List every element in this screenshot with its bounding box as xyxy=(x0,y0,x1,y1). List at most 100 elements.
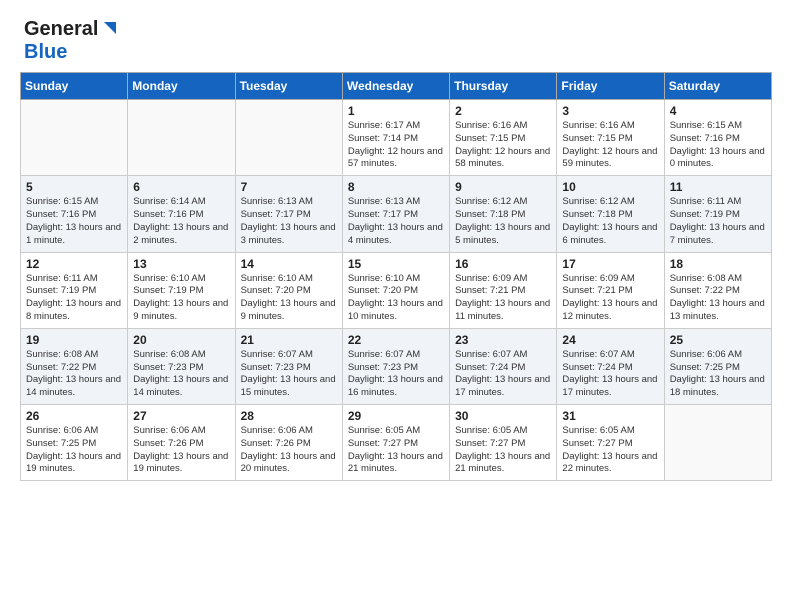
calendar-cell: 25Sunrise: 6:06 AMSunset: 7:25 PMDayligh… xyxy=(664,328,771,404)
calendar-cell: 5Sunrise: 6:15 AMSunset: 7:16 PMDaylight… xyxy=(21,176,128,252)
calendar-cell: 10Sunrise: 6:12 AMSunset: 7:18 PMDayligh… xyxy=(557,176,664,252)
sunset-info: Sunset: 7:27 PM xyxy=(455,438,551,451)
sunset-info: Sunset: 7:19 PM xyxy=(670,209,766,222)
sunrise-info: Sunrise: 6:11 AM xyxy=(26,273,122,286)
sunrise-info: Sunrise: 6:15 AM xyxy=(670,120,766,133)
day-number: 17 xyxy=(562,257,658,271)
calendar-cell: 29Sunrise: 6:05 AMSunset: 7:27 PMDayligh… xyxy=(342,405,449,481)
daylight-info: Daylight: 13 hours and 14 minutes. xyxy=(133,374,229,400)
daylight-info: Daylight: 13 hours and 10 minutes. xyxy=(348,298,444,324)
daylight-info: Daylight: 13 hours and 5 minutes. xyxy=(455,222,551,248)
sunrise-info: Sunrise: 6:07 AM xyxy=(241,349,337,362)
sunset-info: Sunset: 7:14 PM xyxy=(348,133,444,146)
sunset-info: Sunset: 7:15 PM xyxy=(455,133,551,146)
daylight-info: Daylight: 13 hours and 17 minutes. xyxy=(455,374,551,400)
calendar-cell: 26 Sunrise: 6:06 AMSunset: 7:25 PMDayligh… xyxy=(21,405,128,481)
sunset-info: Sunset: 7:23 PM xyxy=(133,362,229,375)
calendar-cell xyxy=(128,100,235,176)
calendar-body: 1Sunrise: 6:17 AMSunset: 7:14 PMDaylight… xyxy=(21,100,772,481)
calendar-cell: 28Sunrise: 6:06 AMSunset: 7:26 PMDayligh… xyxy=(235,405,342,481)
daylight-info: Daylight: 13 hours and 13 minutes. xyxy=(670,298,766,324)
calendar-cell: 22Sunrise: 6:07 AMSunset: 7:23 PMDayligh… xyxy=(342,328,449,404)
sunset-info: Sunset: 7:24 PM xyxy=(562,362,658,375)
sunset-info: Sunset: 7:21 PM xyxy=(562,285,658,298)
sunset-info: Sunset: 7:19 PM xyxy=(133,285,229,298)
week-row-1: 1Sunrise: 6:17 AMSunset: 7:14 PMDaylight… xyxy=(21,100,772,176)
day-number: 8 xyxy=(348,180,444,194)
daylight-info: Daylight: 13 hours and 8 minutes. xyxy=(26,298,122,324)
calendar-cell: 15Sunrise: 6:10 AMSunset: 7:20 PMDayligh… xyxy=(342,252,449,328)
day-number: 3 xyxy=(562,104,658,118)
header-tuesday: Tuesday xyxy=(235,73,342,100)
sunset-info: Sunset: 7:17 PM xyxy=(241,209,337,222)
day-number: 31 xyxy=(562,409,658,423)
day-number: 29 xyxy=(348,409,444,423)
calendar-cell: 19Sunrise: 6:08 AMSunset: 7:22 PMDayligh… xyxy=(21,328,128,404)
header-monday: Monday xyxy=(128,73,235,100)
daylight-info: Daylight: 12 hours and 57 minutes. xyxy=(348,146,444,172)
sunrise-info: Sunrise: 6:10 AM xyxy=(348,273,444,286)
day-number: 11 xyxy=(670,180,766,194)
daylight-info: Daylight: 13 hours and 14 minutes. xyxy=(26,374,122,400)
daylight-info: Daylight: 13 hours and 20 minutes. xyxy=(241,451,337,477)
sunrise-info: Sunrise: 6:06 AM xyxy=(670,349,766,362)
daylight-info: Daylight: 13 hours and 15 minutes. xyxy=(241,374,337,400)
sunrise-info: Sunrise: 6:16 AM xyxy=(455,120,551,133)
calendar-cell xyxy=(664,405,771,481)
sunrise-info: Sunrise: 6:13 AM xyxy=(241,196,337,209)
day-number: 26 xyxy=(26,409,122,423)
daylight-info: Daylight: 13 hours and 22 minutes. xyxy=(562,451,658,477)
daylight-info: Daylight: 13 hours and 18 minutes. xyxy=(670,374,766,400)
calendar-cell: 11Sunrise: 6:11 AMSunset: 7:19 PMDayligh… xyxy=(664,176,771,252)
daylight-info: Daylight: 12 hours and 58 minutes. xyxy=(455,146,551,172)
calendar-cell: 13Sunrise: 6:10 AMSunset: 7:19 PMDayligh… xyxy=(128,252,235,328)
week-row-5: 26Sunrise: 6:06 AMSunset: 7:25 PMDayligh… xyxy=(21,405,772,481)
sunset-info: Sunset: 7:22 PM xyxy=(26,362,122,375)
day-number: 9 xyxy=(455,180,551,194)
sunrise-info: Sunrise: 6:16 AM xyxy=(562,120,658,133)
daylight-info: Daylight: 13 hours and 21 minutes. xyxy=(455,451,551,477)
calendar-cell: 17Sunrise: 6:09 AMSunset: 7:21 PMDayligh… xyxy=(557,252,664,328)
sunset-info: Sunset: 7:24 PM xyxy=(455,362,551,375)
sunrise-info: Sunrise: 6:15 AM xyxy=(26,196,122,209)
sunrise-info: Sunrise: 6:17 AM xyxy=(348,120,444,133)
sunrise-info: Sunrise: 6:10 AM xyxy=(133,273,229,286)
calendar-cell: 23 Sunrise: 6:07 AMSunset: 7:24 PMDayligh… xyxy=(450,328,557,404)
sunset-info: Sunset: 7:23 PM xyxy=(241,362,337,375)
day-number: 28 xyxy=(241,409,337,423)
calendar-cell: 21 Sunrise: 6:07 AMSunset: 7:23 PMDayligh… xyxy=(235,328,342,404)
sunrise-info: Sunrise: 6:06 AM xyxy=(133,425,229,438)
daylight-info: Daylight: 13 hours and 0 minutes. xyxy=(670,146,766,172)
calendar-cell: 16Sunrise: 6:09 AMSunset: 7:21 PMDayligh… xyxy=(450,252,557,328)
day-number: 21 xyxy=(241,333,337,347)
daylight-info: Daylight: 13 hours and 19 minutes. xyxy=(26,451,122,477)
day-number: 22 xyxy=(348,333,444,347)
daylight-info: Daylight: 13 hours and 17 minutes. xyxy=(562,374,658,400)
sunrise-info: Sunrise: 6:07 AM xyxy=(562,349,658,362)
day-number: 23 xyxy=(455,333,551,347)
sunset-info: Sunset: 7:26 PM xyxy=(241,438,337,451)
sunrise-info: Sunrise: 6:06 AM xyxy=(26,425,122,438)
week-row-4: 19Sunrise: 6:08 AMSunset: 7:22 PMDayligh… xyxy=(21,328,772,404)
day-number: 1 xyxy=(348,104,444,118)
daylight-info: Daylight: 13 hours and 4 minutes. xyxy=(348,222,444,248)
sunset-info: Sunset: 7:25 PM xyxy=(26,438,122,451)
sunset-info: Sunset: 7:19 PM xyxy=(26,285,122,298)
daylight-info: Daylight: 13 hours and 7 minutes. xyxy=(670,222,766,248)
day-number: 4 xyxy=(670,104,766,118)
day-number: 2 xyxy=(455,104,551,118)
header-saturday: Saturday xyxy=(664,73,771,100)
sunset-info: Sunset: 7:20 PM xyxy=(348,285,444,298)
day-number: 10 xyxy=(562,180,658,194)
day-number: 5 xyxy=(26,180,122,194)
daylight-info: Daylight: 13 hours and 16 minutes. xyxy=(348,374,444,400)
day-number: 27 xyxy=(133,409,229,423)
logo-arrow-icon xyxy=(100,20,118,38)
sunrise-info: Sunrise: 6:07 AM xyxy=(455,349,551,362)
day-number: 30 xyxy=(455,409,551,423)
sunrise-info: Sunrise: 6:10 AM xyxy=(241,273,337,286)
sunset-info: Sunset: 7:21 PM xyxy=(455,285,551,298)
daylight-info: Daylight: 12 hours and 59 minutes. xyxy=(562,146,658,172)
sunrise-info: Sunrise: 6:08 AM xyxy=(133,349,229,362)
day-number: 13 xyxy=(133,257,229,271)
